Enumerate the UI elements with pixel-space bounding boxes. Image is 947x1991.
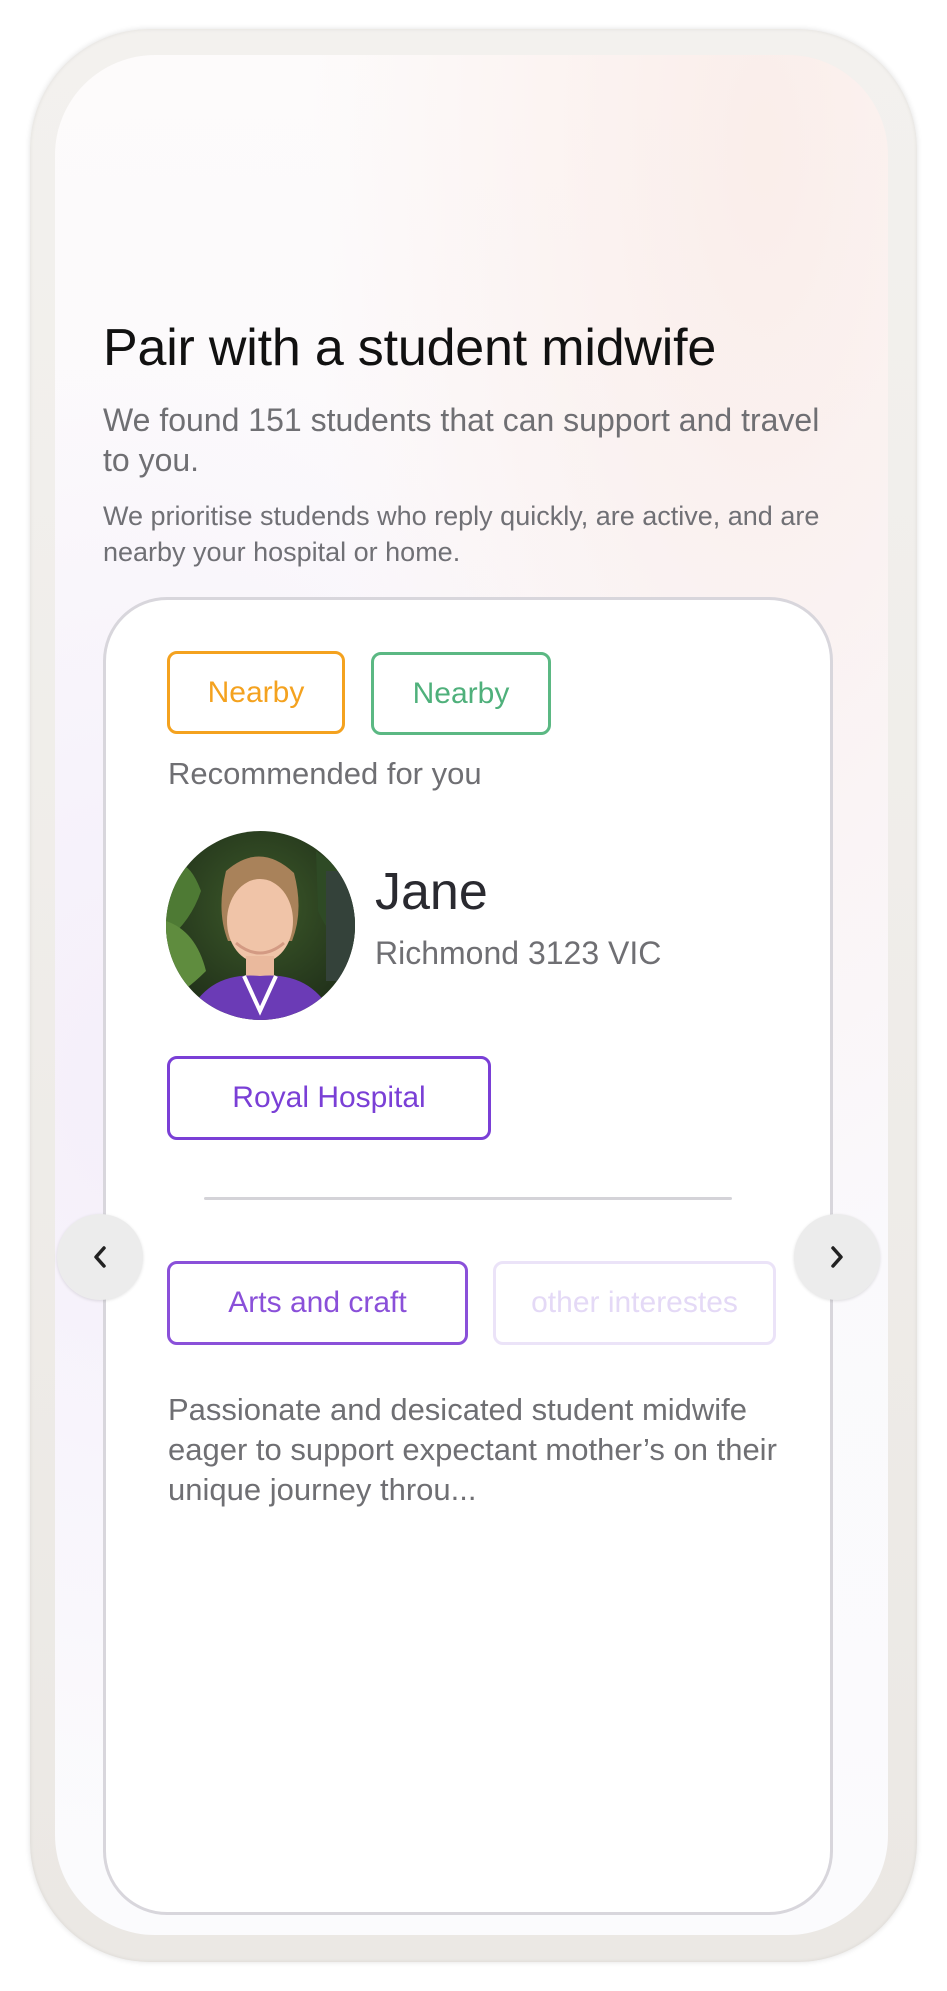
interest-tag-arts[interactable]: Arts and craft [167, 1261, 468, 1345]
student-location: Richmond 3123 VIC [375, 935, 662, 971]
avatar [166, 831, 355, 1020]
student-card[interactable] [103, 597, 833, 1915]
hospital-tag[interactable]: Royal Hospital [167, 1056, 491, 1140]
next-student-button[interactable] [794, 1214, 880, 1300]
recommended-label: Recommended for you [168, 756, 482, 791]
divider [204, 1197, 732, 1200]
student-name: Jane [375, 863, 488, 921]
profile-photo-icon [166, 831, 355, 1020]
nearby-tag-orange: Nearby [167, 651, 345, 734]
page-title: Pair with a student midwife [103, 319, 717, 377]
chevron-left-icon [94, 1246, 106, 1268]
student-bio: Passionate and desicated student midwife… [168, 1392, 777, 1507]
interest-tag-other[interactable]: other interestes [493, 1261, 776, 1345]
previous-student-button[interactable] [57, 1214, 143, 1300]
nearby-tag-green: Nearby [371, 652, 551, 735]
results-summary: We found 151 students that can support a… [103, 402, 820, 478]
chevron-right-icon [831, 1246, 843, 1268]
prioritisation-note: We prioritise studends who reply quickly… [103, 501, 820, 567]
